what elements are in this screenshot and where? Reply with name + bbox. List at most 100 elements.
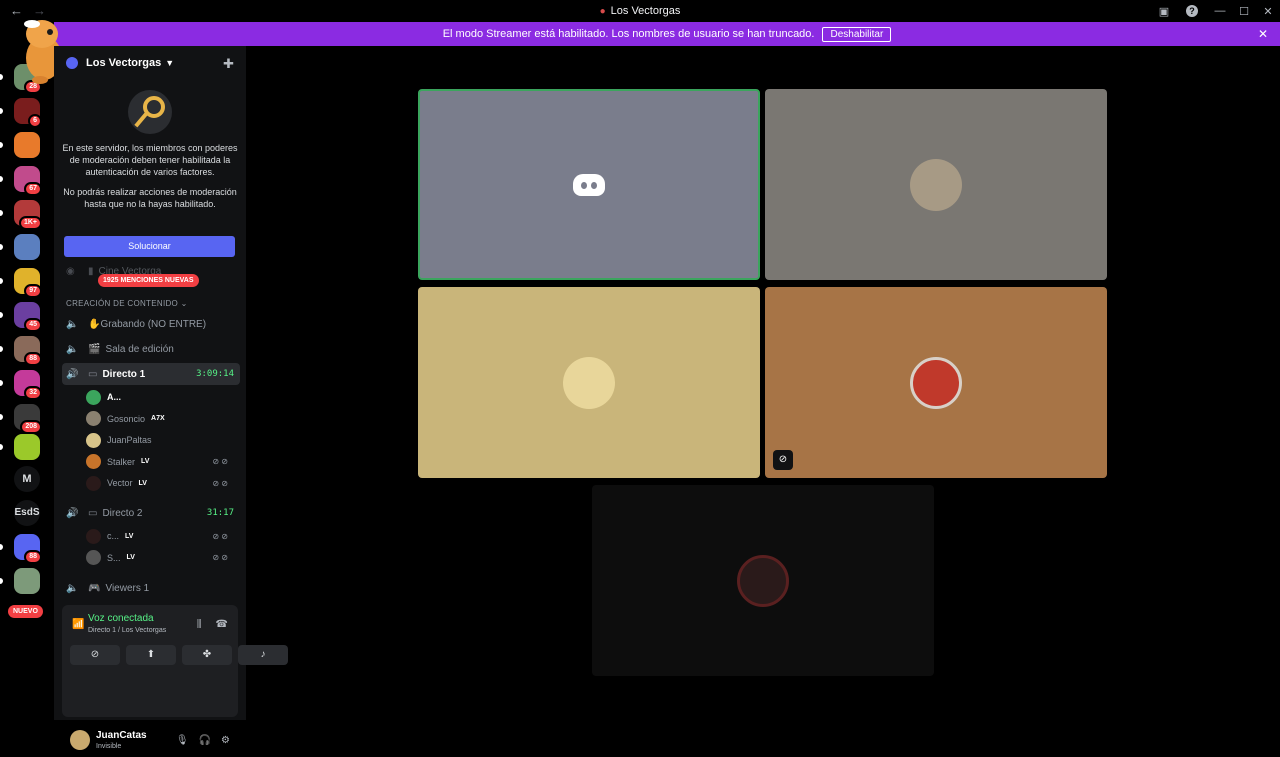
channel-label: Viewers 1 (105, 582, 150, 594)
username: JuanCatas (96, 730, 147, 741)
muted-deafened-icon: ⊘ ⊘ (212, 457, 228, 466)
camera-off-icon[interactable]: ⊘ (70, 645, 120, 665)
user-tag: LV (138, 479, 147, 487)
unread-indicator (0, 210, 3, 216)
channel-viewers[interactable]: 🔈 🎮 Viewers 1 (62, 577, 240, 599)
voice-user[interactable]: Vector LV ⊘ ⊘ (86, 474, 236, 492)
server-7[interactable]: 97 (14, 268, 42, 298)
server-icon (14, 132, 40, 158)
channel-sala[interactable]: 🔈 🎬 Sala de edición (62, 338, 240, 360)
mfa-notice: En este servidor, los miembros con poder… (54, 90, 246, 210)
minimize-button[interactable]: — (1208, 5, 1232, 17)
voice-user-name: A... (107, 392, 122, 402)
channel-grabando[interactable]: 🔈 ✋Grabando (NO ENTRE) (62, 313, 240, 335)
server-12[interactable] (14, 434, 40, 460)
category-label: CREACIÓN DE CONTENIDO (66, 299, 179, 308)
screen-share-icon[interactable]: ⬆ (126, 645, 176, 665)
add-member-icon[interactable]: ✚ (223, 56, 234, 72)
user-tag: LV (125, 532, 134, 540)
server-8[interactable]: 45 (14, 302, 42, 332)
server-6[interactable] (14, 234, 40, 260)
disconnect-icon[interactable]: ☎ (216, 619, 228, 630)
close-banner-icon[interactable]: ✕ (1258, 27, 1268, 41)
unread-indicator (0, 380, 3, 386)
soundboard-icon[interactable]: ♪ (238, 645, 288, 665)
unread-indicator (0, 544, 3, 550)
server-9[interactable]: 88 (14, 336, 42, 366)
voice-user[interactable]: Stalker LV ⊘ ⊘ (86, 453, 236, 471)
server-rail: 28 6 67 1K+ 97 45 88 32 208 88 M EsdS NUEVO (0, 22, 54, 720)
voice-user[interactable]: c... LV ⊘ ⊘ (86, 527, 236, 545)
user-status: Invisible (96, 743, 122, 750)
microphone-icon[interactable]: 🎙 (176, 735, 189, 746)
tile-4[interactable]: ⊘ (765, 287, 1107, 478)
unread-indicator (0, 244, 3, 250)
inbox-icon[interactable]: ▣ (1152, 5, 1176, 18)
streamer-mode-banner: El modo Streamer está habilitado. Los no… (54, 22, 1280, 46)
voice-user[interactable]: A... (86, 388, 236, 406)
tile-3[interactable] (418, 287, 760, 478)
avatar[interactable] (70, 730, 90, 750)
voice-user-name: S... (107, 552, 121, 563)
banner-text: El modo Streamer está habilitado. Los no… (442, 28, 815, 40)
window-title: ● Los Vectorgas (0, 5, 1280, 17)
speaker-active-icon: 🔊 (66, 368, 79, 380)
help-icon[interactable]: ? (1186, 5, 1198, 17)
server-3[interactable] (14, 132, 40, 158)
voice-user[interactable]: Gosoncio A7X (86, 410, 236, 428)
server-esds[interactable]: EsdS (14, 500, 40, 526)
server-13[interactable]: 88 (14, 534, 42, 564)
signal-icon: 📶 (72, 619, 85, 630)
server-14[interactable] (14, 568, 40, 594)
unread-indicator (0, 108, 3, 114)
mentions-pill[interactable]: 1925 MENCIONES NUEVAS (98, 274, 199, 287)
tile-2[interactable] (765, 89, 1107, 280)
close-window-button[interactable]: ✕ (1256, 5, 1280, 18)
tile-discord[interactable] (418, 89, 760, 280)
solve-button[interactable]: Solucionar (64, 236, 235, 257)
server-5[interactable]: 1K+ (14, 200, 42, 230)
avatar (86, 475, 101, 491)
speaker-icon: 🔈 (66, 343, 79, 355)
muted-deafened-icon: ⊘ ⊘ (212, 553, 228, 562)
server-header[interactable]: Los Vectorgas ▼ ✚ (54, 46, 246, 80)
avatar (737, 554, 789, 607)
channel-label: ✋Grabando (NO ENTRE) (88, 318, 207, 330)
server-4[interactable]: 67 (14, 166, 42, 196)
activities-icon[interactable]: ✤ (182, 645, 232, 665)
disable-streamer-button[interactable]: Deshabilitar (822, 26, 892, 42)
channel-directo-2[interactable]: 🔊 ▭ Directo 2 31:17 (62, 502, 240, 524)
maximize-button[interactable]: ☐ (1232, 5, 1256, 18)
user-info[interactable]: JuanCatas Invisible (96, 730, 147, 750)
voice-user-name: Vector (107, 478, 133, 488)
avatar (86, 389, 101, 405)
tile-5[interactable] (592, 485, 934, 676)
unread-badge: 67 (24, 182, 42, 196)
server-m[interactable]: M (14, 466, 40, 492)
speaker-active-icon: 🔊 (66, 507, 79, 519)
avatar (86, 454, 101, 469)
unread-badge: 88 (24, 550, 42, 564)
unread-badge: 208 (20, 420, 42, 434)
avatar (86, 432, 101, 448)
noise-suppression-icon[interactable]: ⫼ (197, 619, 202, 630)
headphones-icon[interactable]: 🎧 (199, 735, 211, 746)
channel-directo-1[interactable]: 🔊 ▭ Directo 1 3:09:14 (62, 363, 240, 385)
user-controls: 🎙 🎧 ⚙ (176, 735, 230, 746)
voice-status[interactable]: Voz conectada Directo 1 / Los Vectorgas (88, 613, 166, 634)
voice-user[interactable]: JuanPaltas (86, 431, 236, 449)
unread-indicator (0, 414, 3, 420)
voice-user-name: JuanPaltas (107, 435, 152, 445)
server-2[interactable]: 6 (14, 98, 42, 128)
user-tag: A7X (151, 415, 165, 422)
server-11[interactable]: 208 (14, 404, 42, 434)
unread-indicator (0, 312, 3, 318)
voice-user[interactable]: S... LV ⊘ ⊘ (86, 549, 236, 567)
unread-indicator (0, 74, 3, 80)
unread-indicator (0, 176, 3, 182)
server-10[interactable]: 32 (14, 370, 42, 400)
voice-status-text: Voz conectada (88, 613, 154, 624)
user-tag: LV (126, 554, 135, 561)
settings-gear-icon[interactable]: ⚙ (221, 735, 230, 746)
category-header[interactable]: CREACIÓN DE CONTENIDO ⌄ (66, 299, 188, 308)
